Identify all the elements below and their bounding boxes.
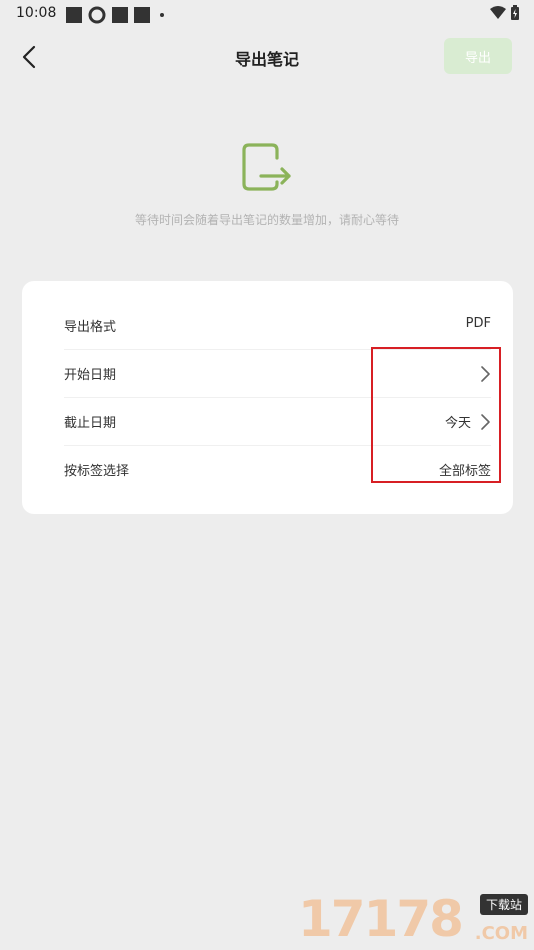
notification-icons: [66, 6, 164, 24]
header: 导出笔记 导出: [0, 30, 534, 84]
wifi-icon: [490, 6, 506, 19]
status-bar: 10:08: [0, 0, 534, 28]
row-value: PDF: [465, 316, 491, 331]
watermark-tag: 下载站: [479, 894, 528, 915]
battery-icon: [511, 5, 519, 20]
more-notifications-icon: [160, 13, 164, 17]
notification-icon: [66, 7, 82, 23]
export-button[interactable]: 导出: [444, 38, 512, 74]
notification-icon: [134, 7, 150, 23]
export-arrow-icon: [242, 143, 291, 191]
row-label: 截止日期: [64, 416, 117, 431]
notification-icon: [112, 7, 128, 23]
watermark-digits: 17178: [298, 890, 464, 948]
wait-hint: 等待时间会随着导出笔记的数量增加，请耐心等待: [134, 213, 399, 227]
row-label: 按标签选择: [64, 464, 130, 479]
system-icons: [490, 5, 520, 21]
row-label: 开始日期: [64, 368, 117, 383]
sync-icon: [88, 6, 106, 24]
site-watermark: 17178 下载站 .COM: [298, 892, 528, 946]
status-time: 10:08: [16, 5, 57, 21]
row-label: 导出格式: [64, 320, 117, 335]
highlight-annotation: [371, 347, 501, 483]
watermark-com: .COM: [474, 923, 528, 944]
row-export-format[interactable]: 导出格式 PDF: [22, 302, 513, 350]
